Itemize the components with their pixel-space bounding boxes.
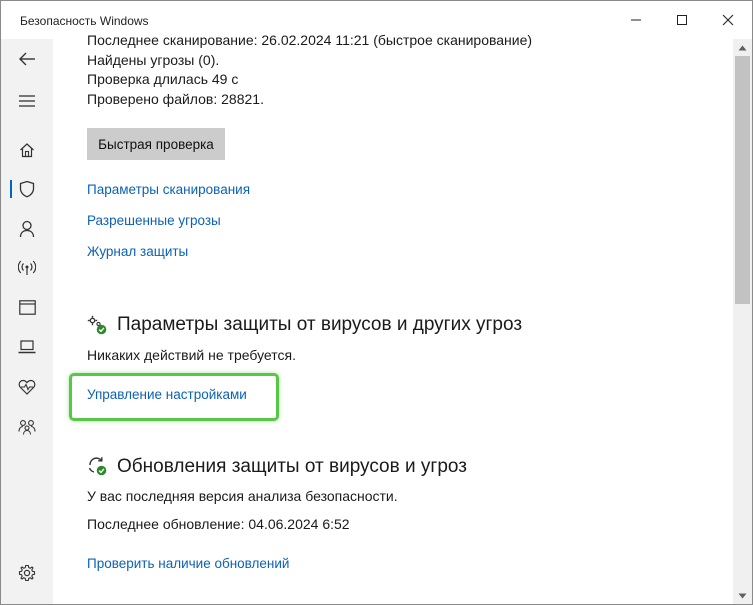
app-window: Безопасность Windows Последнее сканирова… bbox=[0, 0, 753, 605]
threats-found-text: Найдены угрозы (0). bbox=[87, 52, 220, 68]
allowed-threats-link[interactable]: Разрешенные угрозы bbox=[87, 213, 221, 228]
nav-rail bbox=[1, 39, 53, 604]
scan-options-link[interactable]: Параметры сканирования bbox=[87, 182, 250, 197]
protection-history-link[interactable]: Журнал защиты bbox=[87, 244, 188, 259]
protection-settings-title: Параметры защиты от вирусов и других угр… bbox=[117, 314, 523, 335]
check-updates-link[interactable]: Проверить наличие обновлений bbox=[87, 556, 289, 571]
protection-updates-title: Обновления защиты от вирусов и угроз bbox=[117, 456, 467, 477]
caret-up-icon bbox=[738, 45, 747, 50]
vertical-scrollbar[interactable] bbox=[733, 39, 752, 604]
wireless-antenna-icon bbox=[18, 260, 36, 275]
back-button[interactable] bbox=[1, 39, 53, 79]
nav-app-browser-control[interactable] bbox=[1, 287, 53, 327]
menu-button[interactable] bbox=[1, 81, 53, 121]
nav-account-protection[interactable] bbox=[1, 209, 53, 249]
main-content: Последнее сканирование: 26.02.2024 11:21… bbox=[53, 31, 733, 604]
settings-gears-ok-icon bbox=[87, 315, 107, 335]
family-icon bbox=[18, 420, 36, 435]
window-title: Безопасность Windows bbox=[20, 14, 149, 28]
back-arrow-icon bbox=[19, 52, 35, 66]
nav-settings[interactable] bbox=[1, 553, 53, 593]
refresh-ok-icon bbox=[88, 457, 107, 476]
nav-firewall-network[interactable] bbox=[1, 248, 53, 288]
hamburger-icon bbox=[19, 95, 35, 107]
caret-down-icon bbox=[738, 593, 747, 598]
minimize-icon bbox=[631, 19, 641, 21]
nav-family-options[interactable] bbox=[1, 407, 53, 447]
laptop-icon bbox=[18, 340, 36, 354]
protection-updates-status: У вас последняя версия анализа безопасно… bbox=[87, 488, 398, 504]
person-icon bbox=[19, 220, 35, 238]
scroll-down-button[interactable] bbox=[733, 587, 752, 604]
last-update-text: Последнее обновление: 04.06.2024 6:52 bbox=[87, 516, 350, 532]
quick-scan-button[interactable]: Быстрая проверка bbox=[87, 128, 225, 160]
home-icon bbox=[20, 143, 34, 158]
nav-device-security[interactable] bbox=[1, 327, 53, 367]
scan-duration-text: Проверка длилась 49 с bbox=[87, 71, 239, 87]
protection-settings-status: Никаких действий не требуется. bbox=[87, 347, 296, 363]
gear-icon bbox=[18, 564, 36, 582]
nav-home[interactable] bbox=[1, 130, 53, 170]
files-checked-text: Проверено файлов: 28821. bbox=[87, 91, 264, 107]
nav-virus-protection[interactable] bbox=[1, 169, 53, 209]
maximize-icon bbox=[677, 15, 687, 25]
heart-pulse-icon bbox=[18, 379, 36, 395]
manage-settings-link[interactable]: Управление настройками bbox=[87, 387, 247, 402]
last-scan-text: Последнее сканирование: 26.02.2024 11:21… bbox=[87, 32, 533, 48]
shield-icon bbox=[19, 180, 35, 198]
close-icon bbox=[722, 14, 734, 26]
scroll-thumb[interactable] bbox=[735, 56, 750, 304]
scroll-up-button[interactable] bbox=[733, 39, 752, 56]
nav-device-health[interactable] bbox=[1, 367, 53, 407]
browser-window-icon bbox=[18, 299, 36, 315]
